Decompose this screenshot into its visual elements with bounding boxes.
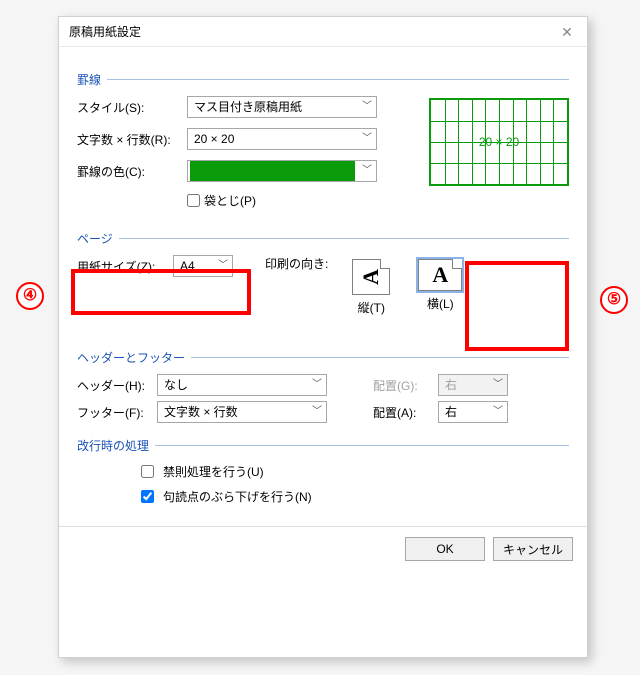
color-select[interactable]: ﹀ [187,160,377,182]
close-icon[interactable]: ✕ [547,17,587,47]
kinsoku-label: 禁則処理を行う(U) [163,463,264,480]
chevron-down-icon: ﹀ [362,129,372,149]
orientation-options: A 縦(T) A 横(L) [348,255,466,320]
group-grid-head: 罫線 [77,71,569,88]
window-title: 原稿用紙設定 [69,25,141,39]
page-landscape-icon: A [418,259,462,291]
group-grid-title: 罫線 [77,71,101,88]
highlight-paper-size [71,269,251,315]
portrait-label: 縦(T) [358,301,385,315]
dialog-footer: OK キャンセル [59,526,587,571]
color-label: 罫線の色(C): [77,163,187,180]
footer-label: フッター(F): [77,404,147,421]
orientation-portrait[interactable]: A 縦(T) [348,255,394,320]
group-wrap-head: 改行時の処理 [77,437,569,454]
rc-select[interactable]: 20 × 20 ﹀ [187,128,377,150]
group-page-title: ページ [77,230,113,247]
chevron-down-icon: ﹀ [362,97,372,117]
group-hf-title: ヘッダーとフッター [77,349,185,366]
footer-value: 文字数 × 行数 [164,405,238,419]
fold-label: 袋とじ(P) [204,192,256,209]
annotation-marker-4: ④ [16,282,44,310]
align-g-value: 右 [445,378,457,392]
color-swatch [190,161,355,181]
footer-row: フッター(F): 文字数 × 行数 ﹀ 配置(A): 右 ﹀ [77,401,569,423]
header-select[interactable]: なし ﹀ [157,374,327,396]
grid-preview-text: 20 × 20 [479,135,519,149]
grid-preview: 20 × 20 [429,98,569,186]
dialog-window: 原稿用紙設定 ✕ 罫線 スタイル(S): マス目付き原稿用紙 ﹀ 文字数 × 行… [58,16,588,658]
orientation-landscape[interactable]: A 横(L) [414,255,466,316]
annotation-marker-5: ⑤ [600,286,628,314]
fold-checkbox-row: 袋とじ(P) [187,192,256,209]
chevron-down-icon: ﹀ [493,375,503,395]
rc-label: 文字数 × 行数(R): [77,131,187,148]
align-a-select[interactable]: 右 ﹀ [438,401,508,423]
page-portrait-icon: A [352,259,390,295]
align-g-label: 配置(G): [373,377,428,394]
fold-checkbox[interactable] [187,194,200,207]
orientation-label: 印刷の向き: [265,255,328,272]
style-select-value: マス目付き原稿用紙 [194,100,302,114]
divider [155,445,569,446]
highlight-landscape [465,261,569,351]
kinsoku-checkbox[interactable] [141,465,154,478]
kutouten-checkbox[interactable] [141,490,154,503]
align-a-value: 右 [445,405,457,419]
kutouten-label: 句読点のぶら下げを行う(N) [163,488,312,505]
landscape-label: 横(L) [427,297,454,311]
titlebar: 原稿用紙設定 ✕ [59,17,587,47]
cancel-button[interactable]: キャンセル [493,537,573,561]
header-value: なし [164,378,188,392]
header-row: ヘッダー(H): なし ﹀ 配置(G): 右 ﹀ [77,374,569,396]
align-g-select: 右 ﹀ [438,374,508,396]
divider [107,79,569,80]
chevron-down-icon: ﹀ [312,402,322,422]
divider [119,238,569,239]
chevron-down-icon: ﹀ [362,161,372,181]
grid-section: スタイル(S): マス目付き原稿用紙 ﹀ 文字数 × 行数(R): 20 × 2… [77,96,569,216]
kinsoku-row: 禁則処理を行う(U) [137,462,569,481]
align-a-label: 配置(A): [373,404,428,421]
rc-select-value: 20 × 20 [194,132,234,146]
style-label: スタイル(S): [77,99,187,116]
ok-button[interactable]: OK [405,537,485,561]
chevron-down-icon: ﹀ [493,402,503,422]
divider [191,357,569,358]
group-hf-head: ヘッダーとフッター [77,349,569,366]
style-select[interactable]: マス目付き原稿用紙 ﹀ [187,96,377,118]
group-wrap-title: 改行時の処理 [77,437,149,454]
kutouten-row: 句読点のぶら下げを行う(N) [137,487,569,506]
group-page-head: ページ [77,230,569,247]
footer-select[interactable]: 文字数 × 行数 ﹀ [157,401,327,423]
header-label: ヘッダー(H): [77,377,147,394]
chevron-down-icon: ﹀ [312,375,322,395]
